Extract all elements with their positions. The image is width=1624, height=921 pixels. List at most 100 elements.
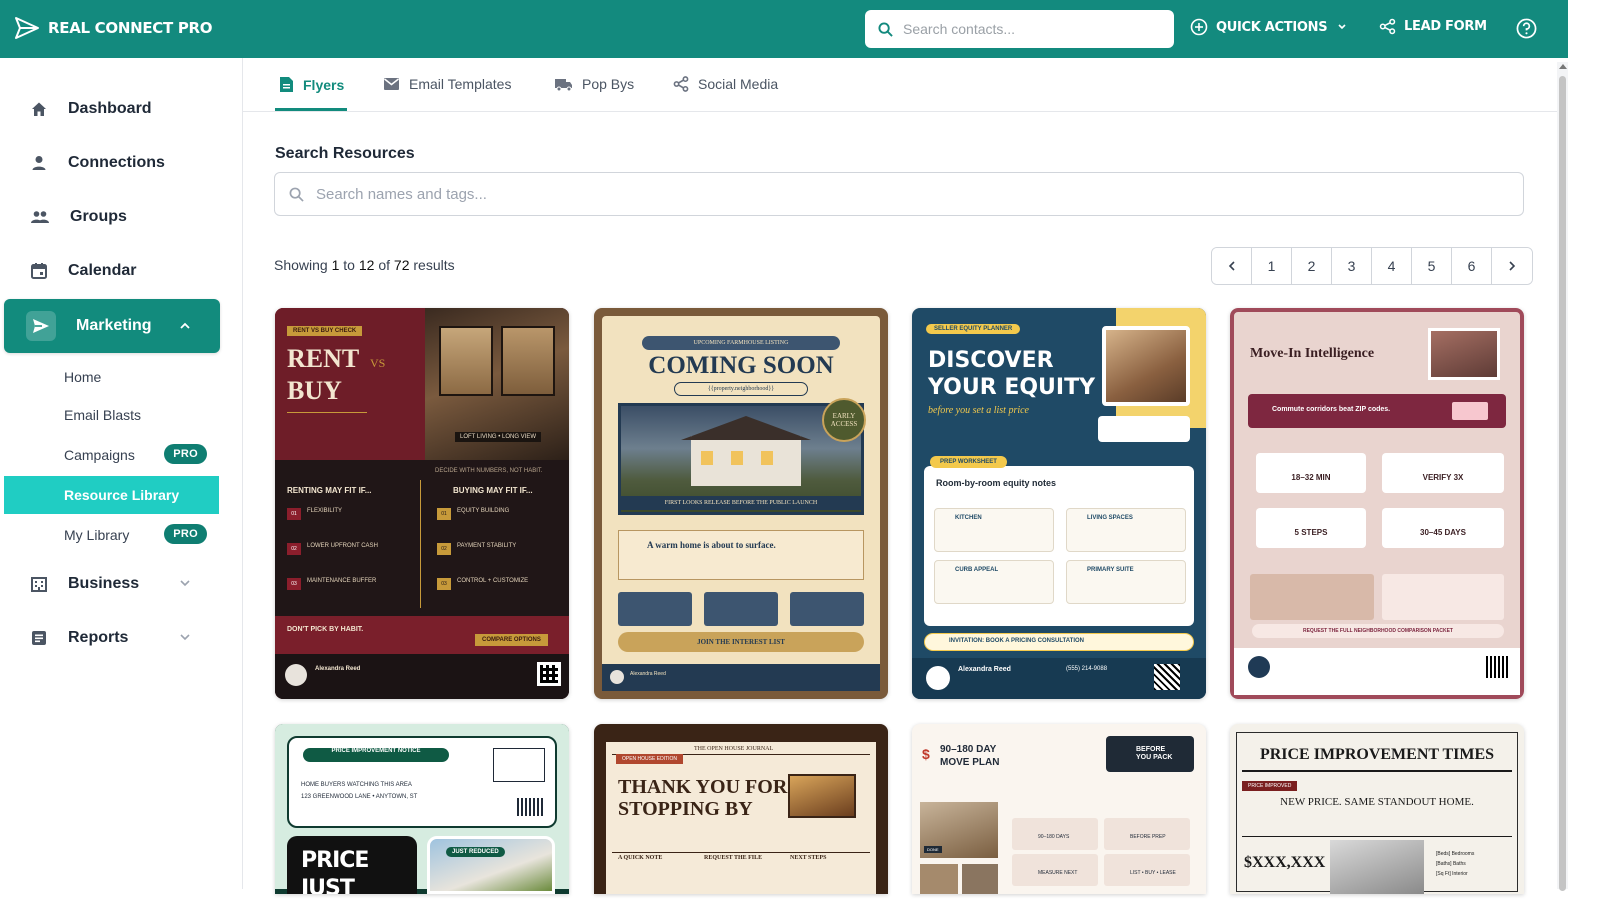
- point-number: 02: [287, 543, 301, 555]
- flyer-preview: LOFT LIVING • LONG VIEW RENT VS BUY CHEC…: [275, 308, 569, 699]
- lead-form-button[interactable]: LEAD FORM: [1379, 18, 1487, 35]
- sidebar-item-business[interactable]: Business: [4, 560, 220, 608]
- just-heading: JUST: [301, 876, 355, 894]
- neighborhood-map: [1250, 574, 1374, 620]
- contact-search-input[interactable]: [903, 21, 1153, 37]
- next-page-button[interactable]: [1492, 248, 1532, 284]
- sidebar-item-connections[interactable]: Connections: [4, 139, 220, 187]
- flyer-card-move-plan[interactable]: $ 90–180 DAY MOVE PLAN BEFORE YOU PACK DO…: [912, 724, 1206, 894]
- tab-flyers[interactable]: Flyers: [279, 76, 344, 93]
- point-number: 01: [437, 508, 451, 520]
- rent-point: FLEXIBILITY: [307, 508, 343, 514]
- stat-value: 30–45 DAYS: [1420, 528, 1466, 537]
- submenu-campaigns[interactable]: Campaigns PRO: [4, 436, 219, 474]
- house-photo: [1330, 840, 1424, 894]
- column-heading: NEXT STEPS: [790, 855, 827, 861]
- prev-page-button[interactable]: [1212, 248, 1252, 284]
- interior-photo: [788, 774, 856, 818]
- column-heading: REQUEST THE FILE: [704, 855, 763, 861]
- brand-logo[interactable]: REAL CONNECT PRO: [14, 15, 213, 41]
- flyer-card-move-in-intelligence[interactable]: Move-In Intelligence Commute corridors b…: [1230, 308, 1524, 699]
- marketing-icon-box: [26, 311, 56, 341]
- flyer-card-price-improvement-notice[interactable]: PRICE IMPROVEMENT NOTICE HOME BUYERS WAT…: [275, 724, 569, 894]
- flyer-card-rent-vs-buy[interactable]: LOFT LIVING • LONG VIEW RENT VS BUY CHEC…: [275, 308, 569, 699]
- early-access-seal: EARLY ACCESS: [822, 398, 866, 442]
- equity-subtitle: before you set a list price: [928, 405, 1029, 416]
- barcode: [517, 798, 545, 816]
- flyer-tag: RENT VS BUY CHECK: [287, 326, 363, 336]
- room-label: LIVING SPACES: [1087, 515, 1133, 521]
- quick-actions-button[interactable]: QUICK ACTIONS: [1190, 18, 1349, 36]
- sidebar-item-reports[interactable]: Reports: [4, 614, 220, 662]
- sidebar-item-dashboard[interactable]: Dashboard: [4, 85, 220, 133]
- compare-header: DECIDE WITH NUMBERS, NOT HABIT.: [435, 468, 543, 474]
- results-total: 72: [393, 257, 410, 273]
- submenu-email-blasts[interactable]: Email Blasts: [4, 396, 219, 434]
- badge-line-2: YOU PACK: [1136, 754, 1173, 761]
- submenu-my-library[interactable]: My Library PRO: [4, 516, 219, 554]
- loft-photo: LOFT LIVING • LONG VIEW: [425, 308, 569, 460]
- resource-search[interactable]: [274, 172, 1524, 216]
- reduced-badge: JUST REDUCED: [446, 847, 505, 857]
- flyer-card-price-improvement-times[interactable]: PRICE IMPROVEMENT TIMES PRICE IMPROVED N…: [1230, 724, 1524, 894]
- brand-name: REAL CONNECT PRO: [48, 19, 213, 37]
- submenu-label: My Library: [64, 527, 130, 543]
- spec-item: [Sq Ft] Interior: [1436, 871, 1468, 877]
- sidebar-item-groups[interactable]: Groups: [4, 193, 220, 241]
- notice-badge: PRICE IMPROVEMENT NOTICE: [303, 748, 449, 762]
- page-scrollbar[interactable]: [1557, 62, 1568, 891]
- notice-address: 123 GREENWOOD LANE • ANYTOWN, ST: [301, 794, 418, 800]
- tab-label: Social Media: [698, 76, 779, 92]
- sidebar-item-marketing[interactable]: Marketing: [4, 299, 220, 353]
- submenu-label: Campaigns: [64, 447, 135, 463]
- contact-search[interactable]: [865, 10, 1174, 48]
- worksheet-tag: PREP WORKSHEET: [930, 456, 1007, 468]
- photo-caption: LOFT LIVING • LONG VIEW: [455, 432, 542, 442]
- resource-search-input[interactable]: [316, 185, 1316, 203]
- flyer-preview: UPCOMING FARMHOUSE LISTING COMING SOON {…: [594, 308, 888, 699]
- vs-label: VS: [370, 356, 386, 370]
- tab-pop-bys[interactable]: Pop Bys: [554, 76, 634, 92]
- notice-audience: HOME BUYERS WATCHING THIS AREA: [301, 782, 412, 788]
- page-button-5[interactable]: 5: [1412, 248, 1452, 284]
- results-to-word: to: [343, 257, 355, 273]
- flyer-card-thank-you[interactable]: THE OPEN HOUSE JOURNAL OPEN HOUSE EDITIO…: [594, 724, 888, 894]
- equity-title-1: DISCOVER: [928, 348, 1054, 373]
- sidebar-item-calendar[interactable]: Calendar: [4, 247, 220, 295]
- page-button-4[interactable]: 4: [1372, 248, 1412, 284]
- tab-social-media[interactable]: Social Media: [673, 76, 778, 92]
- chevron-down-icon: [180, 580, 190, 587]
- sidebar-item-label: Dashboard: [68, 100, 152, 117]
- tab-email-templates[interactable]: Email Templates: [383, 76, 511, 92]
- scroll-thumb[interactable]: [1559, 76, 1566, 891]
- submenu-home[interactable]: Home: [4, 358, 219, 396]
- pagination: 1 2 3 4 5 6: [1211, 247, 1533, 285]
- flyer-card-discover-equity[interactable]: SELLER EQUITY PLANNER DISCOVER YOUR EQUI…: [912, 308, 1206, 699]
- page-button-3[interactable]: 3: [1332, 248, 1372, 284]
- edition-tag: OPEN HOUSE EDITION: [616, 754, 684, 764]
- thank-you-title-2: STOPPING BY: [618, 798, 753, 820]
- chevron-down-icon: [180, 634, 190, 641]
- sidebar-item-label: Calendar: [68, 262, 137, 279]
- submenu-resource-library[interactable]: Resource Library: [4, 476, 219, 514]
- person-icon: [32, 156, 46, 170]
- help-icon[interactable]: [1516, 18, 1537, 39]
- stat-value: VERIFY 3X: [1422, 473, 1464, 482]
- page-button-1[interactable]: 1: [1252, 248, 1292, 284]
- flyer-card-coming-soon[interactable]: UPCOMING FARMHOUSE LISTING COMING SOON {…: [594, 308, 888, 699]
- resource-tabs: Flyers Email Templates Pop Bys Social Me…: [243, 58, 1558, 112]
- active-tab-indicator: [275, 108, 347, 111]
- point-number: 02: [437, 543, 451, 555]
- page-button-2[interactable]: 2: [1292, 248, 1332, 284]
- scroll-up-arrow[interactable]: [1559, 64, 1567, 69]
- spec-item: [Beds] Bedrooms: [1436, 851, 1475, 857]
- home-icon: [32, 102, 46, 116]
- rent-column-heading: RENTING MAY FIT IF...: [287, 486, 372, 495]
- marketing-submenu: Home Email Blasts Campaigns PRO Resource …: [4, 358, 220, 553]
- move-plan-title-2: MOVE PLAN: [940, 757, 1000, 768]
- plus-circle-icon: [1190, 18, 1208, 36]
- page-button-6[interactable]: 6: [1452, 248, 1492, 284]
- room-photo: DONE: [920, 802, 998, 858]
- plan-tile-label: 90–180 DAYS: [1038, 834, 1070, 840]
- sidebar-item-label: Marketing: [76, 317, 152, 334]
